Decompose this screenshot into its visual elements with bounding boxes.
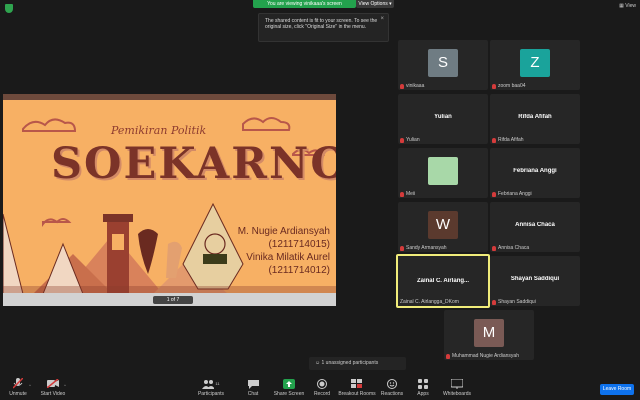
participant-name: Meii bbox=[406, 191, 416, 197]
participant-name: Muhammad Nugie Ardiansyah bbox=[452, 353, 519, 359]
participant-name: Rifda Afifah bbox=[498, 137, 524, 143]
participant-tile[interactable]: Z zoom baa04 bbox=[490, 40, 580, 90]
avatar bbox=[428, 157, 458, 185]
mic-muted-icon bbox=[492, 191, 496, 197]
participant-name: Febriana Anggi bbox=[498, 191, 532, 197]
participant-name: Zainal C. Airlangga_DKom bbox=[400, 299, 459, 305]
participant-tile[interactable]: Shayan Saddiqui Shayan Saddiqui bbox=[490, 256, 580, 306]
shield-icon[interactable] bbox=[5, 4, 13, 13]
share-screen-icon bbox=[283, 378, 295, 389]
avatar: S bbox=[428, 49, 458, 77]
apps-icon bbox=[418, 378, 428, 389]
mic-muted-icon bbox=[400, 191, 404, 197]
unassigned-participants-notice[interactable]: ☺ 1 unassigned participants bbox=[309, 357, 406, 370]
breakout-rooms-label: Breakout Rooms bbox=[338, 391, 376, 397]
mic-off-icon bbox=[13, 378, 23, 389]
slide-subtitle: Pemikiran Politik bbox=[111, 124, 207, 137]
participant-name: zoom baa04 bbox=[498, 83, 526, 89]
participant-tile[interactable]: Rifda Afifah Rifda Afifah bbox=[490, 94, 580, 144]
avatar: M bbox=[474, 319, 504, 347]
mic-muted-icon bbox=[400, 245, 404, 251]
participants-label: Participants bbox=[197, 391, 225, 397]
mic-muted-icon bbox=[446, 353, 450, 359]
mic-muted-icon bbox=[400, 83, 404, 89]
participant-center-name: Rifda Afifah bbox=[518, 114, 552, 120]
presenter-2-id: (1211714012) bbox=[268, 265, 330, 276]
close-icon[interactable]: × bbox=[380, 16, 384, 22]
unassigned-text: 1 unassigned participants bbox=[321, 360, 379, 366]
participant-center-name: Yulian bbox=[434, 114, 452, 120]
reactions-label: Reactions bbox=[380, 391, 404, 397]
breakout-rooms-button[interactable]: Breakout Rooms bbox=[337, 378, 377, 397]
participant-center-name: Annisa Chaca bbox=[515, 222, 555, 228]
view-options-button[interactable]: View Options ▾ bbox=[356, 0, 394, 8]
share-screen-label: Share Screen bbox=[273, 391, 305, 397]
chat-button[interactable]: Chat bbox=[233, 378, 273, 397]
mic-muted-icon bbox=[492, 83, 496, 89]
mic-muted-icon bbox=[400, 137, 404, 143]
video-off-icon bbox=[47, 379, 59, 388]
fit-screen-notice: The shared content is fit to your screen… bbox=[258, 13, 389, 42]
participants-button[interactable]: 11 Participants bbox=[191, 378, 231, 397]
whiteboards-label: Whiteboards bbox=[442, 391, 472, 397]
view-layout-label: View bbox=[625, 3, 636, 9]
chat-label: Chat bbox=[247, 391, 259, 397]
presenter-2-name: Vinika Milatik Aurel bbox=[246, 252, 330, 263]
view-layout-button[interactable]: ▦ View bbox=[619, 3, 636, 9]
zoom-meeting-window: You are viewing vinikaaa's screen View O… bbox=[0, 0, 640, 400]
chevron-up-icon[interactable]: ^ bbox=[29, 383, 31, 388]
start-video-label: Start Video bbox=[40, 391, 66, 397]
start-video-button[interactable]: Start Video bbox=[33, 378, 73, 397]
participants-icon bbox=[202, 379, 215, 389]
record-button[interactable]: Record bbox=[302, 378, 342, 397]
participant-tile[interactable]: Meii bbox=[398, 148, 488, 198]
participant-name: Sandy Armansyah bbox=[406, 245, 447, 251]
slide-page-indicator[interactable]: 1 of 7 bbox=[153, 296, 193, 304]
slide-title: SOEKARNO bbox=[51, 139, 336, 189]
participant-tile[interactable]: W Sandy Armansyah bbox=[398, 202, 488, 252]
participant-center-name: Febriana Anggi bbox=[513, 168, 557, 174]
participant-tile-active-speaker[interactable]: Zainal C. Airlang... Zainal C. Airlangga… bbox=[396, 254, 490, 308]
participants-count: 11 bbox=[215, 381, 220, 386]
mic-muted-icon bbox=[492, 299, 496, 305]
apps-label: Apps bbox=[417, 391, 429, 397]
participant-tile[interactable]: Annisa Chaca Annisa Chaca bbox=[490, 202, 580, 252]
meeting-toolbar: Unmute ^ Start Video ^ 11 Participants C… bbox=[0, 376, 640, 400]
presenter-1-name: M. Nugie Ardiansyah bbox=[237, 226, 330, 237]
participant-tile[interactable]: Yulian Yulian bbox=[398, 94, 488, 144]
chevron-up-icon[interactable]: ^ bbox=[64, 383, 66, 388]
record-label: Record bbox=[313, 391, 331, 397]
avatar: W bbox=[428, 211, 458, 239]
presenter-1-id: (1211714015) bbox=[268, 239, 330, 250]
participant-name: Shayan Saddiqui bbox=[498, 299, 536, 305]
breakout-rooms-icon bbox=[351, 378, 362, 388]
mic-muted-icon bbox=[492, 137, 496, 143]
participant-tile[interactable]: M Muhammad Nugie Ardiansyah bbox=[444, 310, 534, 360]
reactions-icon bbox=[387, 378, 397, 389]
participant-name: Annisa Chaca bbox=[498, 245, 530, 251]
participant-tile[interactable]: S vinikaaa bbox=[398, 40, 488, 90]
unmute-label: Unmute bbox=[9, 391, 27, 397]
viewing-banner: You are viewing vinikaaa's screen bbox=[253, 0, 356, 8]
participant-center-name: Shayan Saddiqui bbox=[510, 276, 560, 282]
participant-name: vinikaaa bbox=[406, 83, 425, 89]
mic-muted-icon bbox=[492, 245, 496, 251]
participant-tile[interactable]: Febriana Anggi Febriana Anggi bbox=[490, 148, 580, 198]
avatar: Z bbox=[520, 49, 550, 77]
notice-text: The shared content is fit to your screen… bbox=[265, 18, 378, 30]
participant-name: Yulian bbox=[406, 137, 420, 143]
whiteboards-button[interactable]: Whiteboards bbox=[437, 378, 477, 397]
record-icon bbox=[317, 378, 327, 389]
shared-screen-slide: Pemikiran Politik SOEKARNO M. Nugie Ardi… bbox=[3, 94, 336, 306]
leave-room-button[interactable]: Leave Room bbox=[600, 384, 634, 395]
whiteboard-icon bbox=[451, 378, 463, 389]
chat-icon bbox=[247, 379, 259, 389]
participant-center-name: Zainal C. Airlang... bbox=[416, 278, 470, 284]
